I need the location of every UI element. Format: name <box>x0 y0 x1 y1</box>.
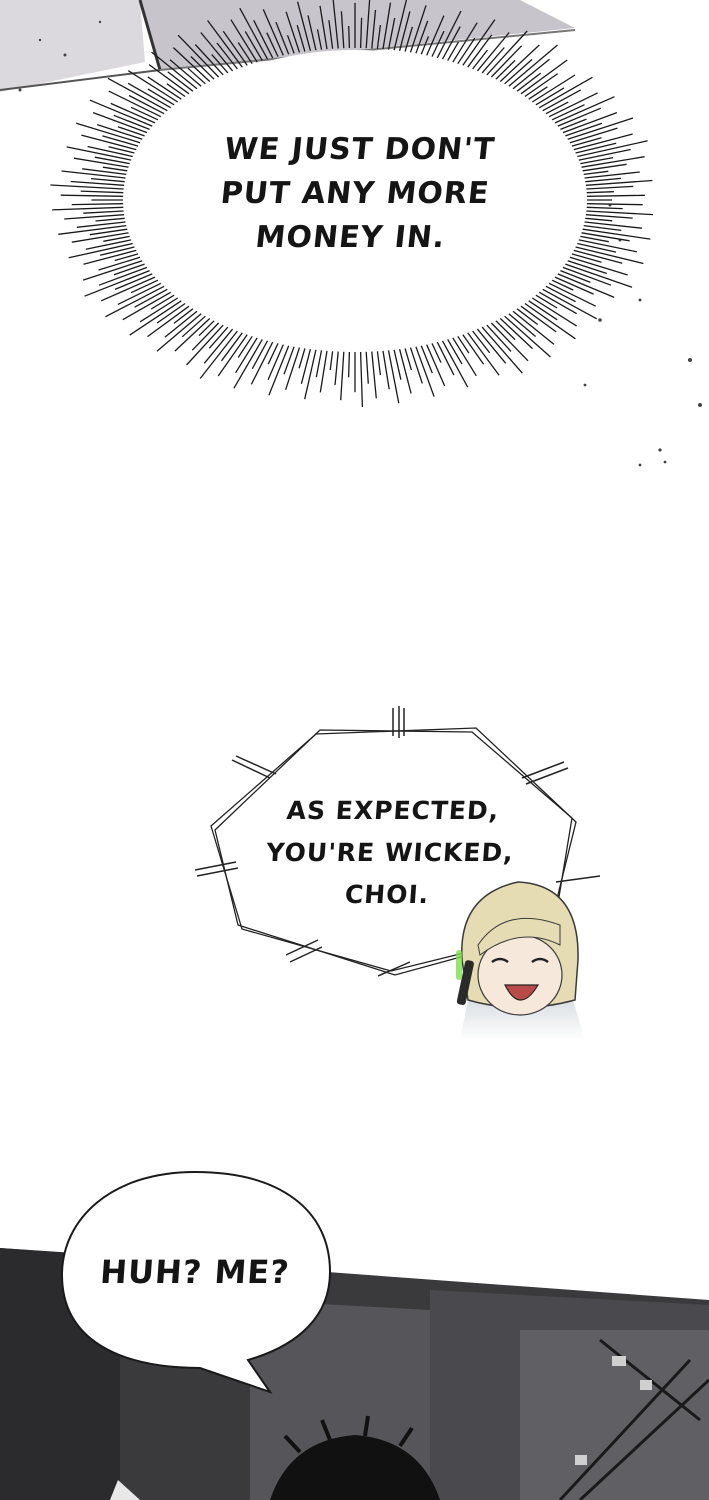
speech-bubble-text: HUH? ME? <box>78 1250 311 1294</box>
speech-line-1: HUH? ME? <box>98 1253 292 1291</box>
